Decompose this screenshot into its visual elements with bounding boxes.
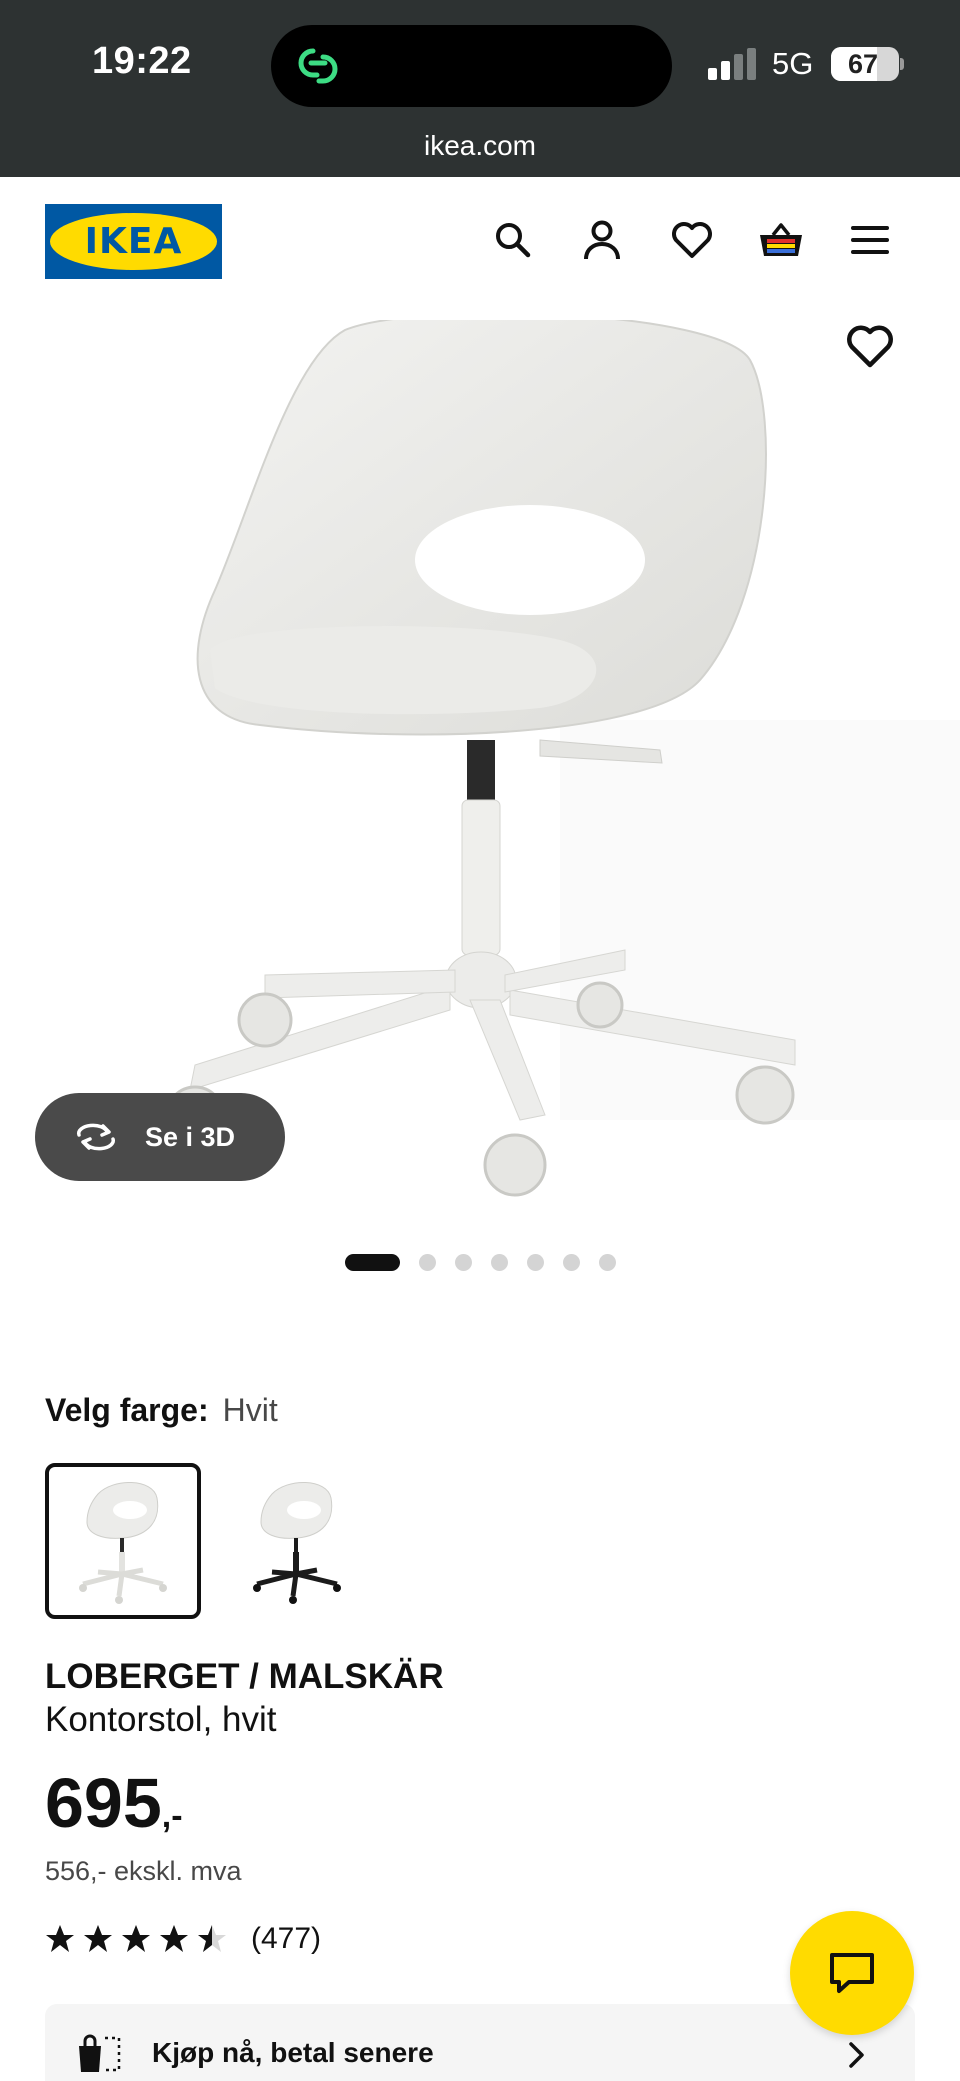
menu-button[interactable]	[845, 215, 895, 265]
battery-nub	[900, 58, 904, 70]
cellular-signal-icon	[708, 48, 756, 80]
gallery-dot[interactable]	[563, 1253, 580, 1271]
buy-now-pay-later-card[interactable]: Kjøp nå, betal senere	[45, 2004, 915, 2081]
chat-icon	[830, 1953, 874, 1993]
buy-now-pay-later-label: Kjøp nå, betal senere	[152, 2037, 434, 2068]
color-selector-heading: Velg farge: Hvit	[45, 1392, 278, 1429]
logo-text: IKEA	[84, 221, 183, 262]
product-name: LOBERGET / MALSKÄR	[45, 1657, 444, 1696]
gallery-dot[interactable]	[345, 1253, 400, 1271]
wishlist-button[interactable]	[667, 215, 717, 265]
product-rating[interactable]: (477)	[45, 1922, 321, 1956]
star-icon	[160, 1925, 188, 1952]
product-description: Kontorstol, hvit	[45, 1700, 277, 1739]
price-suffix: ,-	[161, 1797, 183, 1835]
product-image-gallery[interactable]	[0, 320, 960, 1220]
view-in-3d-button[interactable]: Se i 3D	[35, 1093, 285, 1181]
color-swatch-black[interactable]	[219, 1463, 375, 1619]
star-icon	[84, 1925, 112, 1952]
dynamic-island	[271, 25, 672, 107]
status-bar: 19:22 5G 67 ikea.com	[0, 0, 960, 177]
battery-level: 67	[847, 49, 879, 79]
product-price: 695,-	[45, 1763, 183, 1843]
gallery-dot[interactable]	[455, 1253, 472, 1271]
gallery-dot[interactable]	[419, 1253, 436, 1271]
search-button[interactable]	[488, 215, 538, 265]
cart-button[interactable]	[756, 215, 806, 265]
gallery-dot[interactable]	[599, 1253, 616, 1271]
price-excluding-vat: 556,- ekskl. mva	[45, 1856, 242, 1886]
color-label: Velg farge:	[45, 1392, 209, 1428]
white-chair-thumbnail	[79, 1482, 167, 1604]
address-bar-url[interactable]: ikea.com	[0, 130, 960, 162]
gallery-dot[interactable]	[527, 1253, 544, 1271]
gallery-dot[interactable]	[491, 1253, 508, 1271]
review-count: (477)	[251, 1922, 322, 1955]
shopping-basket-icon	[760, 223, 802, 256]
product-image-chair	[165, 320, 960, 1197]
status-time: 19:22	[92, 40, 192, 82]
heart-icon	[672, 222, 712, 258]
chevron-right-icon	[849, 2042, 864, 2068]
star-icon	[122, 1925, 150, 1952]
star-icon	[46, 1925, 74, 1952]
profile-button[interactable]	[577, 215, 627, 265]
battery-icon: 67	[831, 47, 899, 81]
network-type: 5G	[772, 46, 814, 81]
gallery-pagination[interactable]	[345, 1252, 635, 1272]
ikea-logo[interactable]: IKEA	[45, 204, 222, 279]
link-icon	[298, 48, 338, 84]
selected-color: Hvit	[222, 1392, 278, 1428]
menu-icon	[851, 226, 889, 254]
save-to-favourites-heart-icon[interactable]	[844, 320, 896, 372]
chat-button[interactable]	[790, 1911, 914, 2035]
black-chair-thumbnail	[253, 1482, 341, 1604]
view-in-3d-label: Se i 3D	[145, 1121, 236, 1152]
search-icon	[496, 223, 531, 258]
color-swatch-white[interactable]	[45, 1463, 201, 1619]
star-icon	[198, 1925, 226, 1952]
price-amount: 695	[45, 1764, 162, 1842]
rotate-3d-icon	[77, 1123, 115, 1151]
profile-icon	[584, 220, 620, 260]
bag-payment-icon	[79, 2034, 121, 2072]
